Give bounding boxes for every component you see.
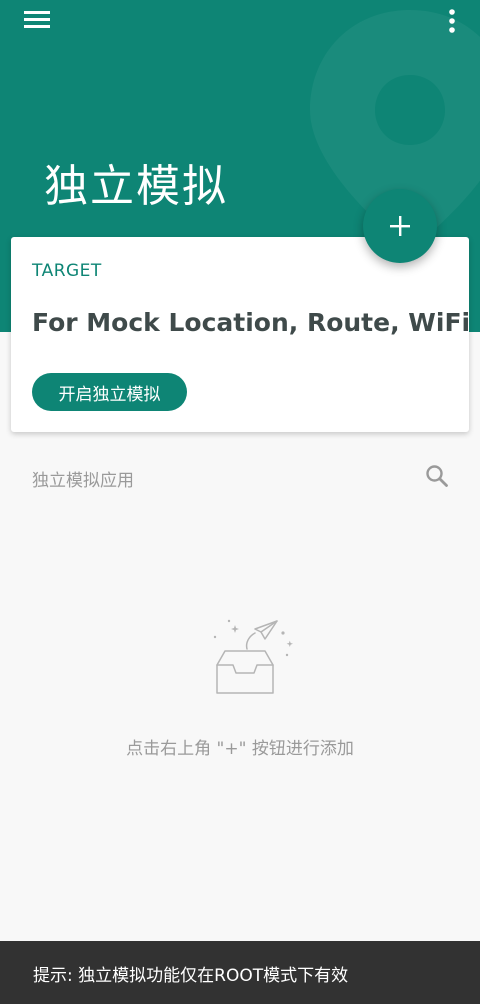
snackbar-message: 提示: 独立模拟功能仅在ROOT模式下有效 (33, 966, 349, 986)
hamburger-menu-icon (24, 11, 50, 28)
search-button[interactable] (424, 463, 450, 489)
start-mock-button[interactable]: 开启独立模拟 (32, 373, 187, 411)
card-label: TARGET (32, 261, 102, 281)
section-title: 独立模拟应用 (32, 471, 134, 491)
empty-state-hint: 点击右上角 "+" 按钮进行添加 (126, 739, 354, 759)
plus-icon (390, 216, 410, 236)
empty-inbox-illustration (213, 619, 293, 694)
menu-button[interactable] (20, 6, 54, 34)
more-vert-icon (449, 9, 455, 33)
snackbar: 提示: 独立模拟功能仅在ROOT模式下有效 (0, 941, 480, 1004)
page-title: 独立模拟 (44, 161, 228, 212)
search-icon (426, 465, 448, 487)
target-card: TARGET For Mock Location, Route, WiFi 开启… (11, 237, 471, 432)
target-description: For Mock Location, Route, WiFi (32, 308, 471, 337)
more-options-button[interactable] (442, 4, 462, 38)
add-app-fab[interactable] (363, 189, 437, 263)
